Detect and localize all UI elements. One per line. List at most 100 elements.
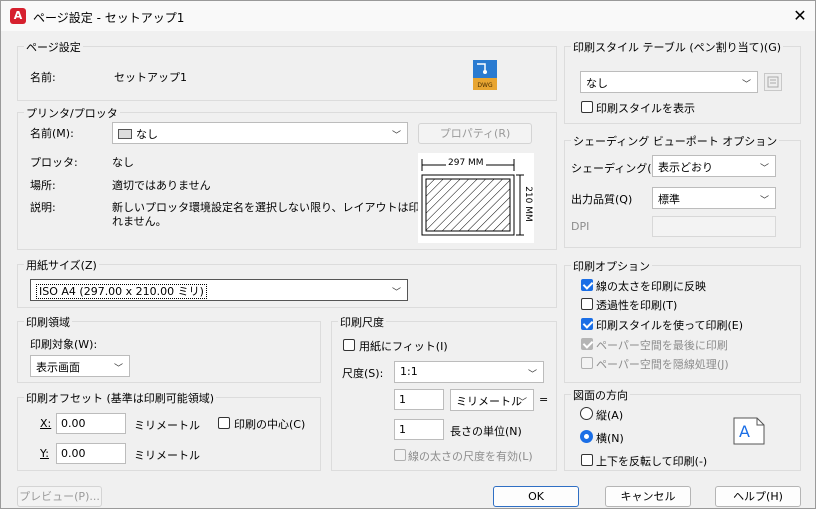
ok-button[interactable]: OK [493,486,579,507]
landscape-radio[interactable] [580,430,593,443]
orientation-group: 図面の方向 縦(A) 横(N) 上下を反転して印刷(-) A [564,387,801,471]
quality-select[interactable]: 標準 ﹀ [652,187,776,209]
plot-paperspace-last-checkbox[interactable] [581,338,593,350]
printer-select[interactable]: なし ﹀ [112,122,408,144]
scale-value2-input[interactable]: 1 [394,419,444,440]
upside-down-label: 上下を反転して印刷(-) [596,455,708,468]
dpi-input[interactable] [652,216,776,237]
help-button[interactable]: ヘルプ(H) [715,486,801,507]
show-plot-styles-checkbox[interactable] [581,101,593,113]
plot-style-value: なし [586,77,608,90]
scale-lineweights-checkbox[interactable] [394,449,406,461]
offset-y-input[interactable]: 0.00 [56,443,126,464]
preview-height-label: 210 MM [522,184,533,224]
orientation-group-title: 図面の方向 [571,387,630,403]
location-label: 場所: [30,179,56,192]
plot-transparency-label: 透過性を印刷(T) [596,299,678,312]
chevron-down-icon: ﹀ [391,131,401,141]
plot-options-group: 印刷オプション 線の太さを印刷に反映 透過性を印刷(T) 印刷スタイルを使って印… [564,258,801,383]
description-value-line2: れません。 [112,215,167,228]
plot-target-label: 印刷対象(W): [30,338,98,351]
show-plot-styles-label: 印刷スタイルを表示 [596,102,695,115]
chevron-down-icon: ﹀ [113,364,123,374]
properties-button[interactable]: プロパティ(R) [418,123,532,144]
plotter-label: プロッタ: [30,156,78,169]
window-title: ページ設定 - セットアップ1 [33,11,185,25]
plot-with-styles-checkbox[interactable] [581,318,593,330]
page-setup-dialog: A ページ設定 - セットアップ1 ✕ ページ設定 名前: セットアップ1 DW… [0,0,816,509]
printer-name-label: 名前(M): [30,127,74,140]
plot-offset-group: 印刷オフセット (基準は印刷可能領域) X: 0.00 ミリメートル 印刷の中心… [17,390,321,471]
plot-area-group: 印刷領域 印刷対象(W): 表示画面 ﹀ [17,314,321,383]
close-icon[interactable]: ✕ [789,5,811,27]
scale-unit-value: ミリメートル [456,395,522,408]
length-unit-label: 長さの単位(N) [450,425,522,438]
plot-style-group: 印刷スタイル テーブル (ペン割り当て)(G) なし ﹀ 印刷スタイルを表示 [564,39,801,124]
chevron-down-icon: ﹀ [527,370,537,380]
orientation-icon-letter: A [739,422,750,441]
center-plot-checkbox[interactable] [218,417,230,429]
scale-lineweights-label: 線の太さの尺度を有効(L) [408,450,533,463]
edit-plot-style-icon[interactable] [764,73,782,91]
portrait-radio[interactable] [580,407,593,420]
dpi-label: DPI [571,220,590,233]
plot-style-select[interactable]: なし ﹀ [580,71,758,93]
page-setup-group: ページ設定 名前: セットアップ1 DWG [17,39,557,101]
scale-unit-select[interactable]: ミリメートル ﹀ [450,389,534,411]
paper-size-group: 用紙サイズ(Z) ISO A4 (297.00 x 210.00 ミリ) ﹀ [17,257,557,308]
portrait-label: 縦(A) [596,409,624,422]
cancel-button[interactable]: キャンセル [605,486,691,507]
paper-size-value: ISO A4 (297.00 x 210.00 ミリ) [36,284,207,299]
printer-icon [118,129,132,139]
plot-target-value: 表示画面 [36,361,80,374]
shade-plot-label: シェーディング(D) [571,162,665,175]
landscape-label: 横(N) [596,432,624,445]
dwg-file-icon: DWG [473,60,497,90]
plot-style-group-title: 印刷スタイル テーブル (ペン割り当て)(G) [571,39,784,55]
plotter-value: なし [112,156,134,169]
shade-plot-select[interactable]: 表示どおり ﹀ [652,155,776,177]
plot-transparency-checkbox[interactable] [581,298,593,310]
description-label: 説明: [30,201,56,214]
chevron-down-icon: ﹀ [759,196,769,206]
offset-x-input[interactable]: 0.00 [56,413,126,434]
chevron-down-icon: ﹀ [391,288,401,298]
printer-group-title: プリンタ/プロッタ [24,105,120,121]
offset-y-unit: ミリメートル [134,449,200,462]
offset-x-unit: ミリメートル [134,419,200,432]
scale-select[interactable]: 1:1 ﹀ [394,361,544,383]
plot-with-styles-label: 印刷スタイルを使って印刷(E) [596,319,743,332]
autocad-app-icon: A [10,8,26,24]
scale-value1-input[interactable]: 1 [394,389,444,410]
paper-size-group-title: 用紙サイズ(Z) [24,257,99,273]
fit-to-paper-checkbox[interactable] [343,339,355,351]
chevron-down-icon: ﹀ [741,80,751,90]
shade-plot-value: 表示どおり [658,161,713,174]
plot-paperspace-last-label: ペーパー空間を最後に印刷 [596,339,728,352]
fit-to-paper-label: 用紙にフィット(I) [359,340,448,353]
dwg-label: DWG [477,82,493,89]
preview-button[interactable]: プレビュー(P)... [17,486,102,507]
paper-size-select[interactable]: ISO A4 (297.00 x 210.00 ミリ) ﹀ [30,279,408,301]
center-plot-label: 印刷の中心(C) [234,418,306,431]
upside-down-checkbox[interactable] [581,454,593,466]
quality-value: 標準 [658,193,680,206]
plot-scale-group-title: 印刷尺度 [338,314,386,330]
plot-area-group-title: 印刷領域 [24,314,72,330]
shaded-viewport-group: シェーディング ビューポート オプション シェーディング(D) 表示どおり ﹀ … [564,133,801,248]
page-setup-name-label: 名前: [30,71,56,84]
shaded-viewport-group-title: シェーディング ビューポート オプション [571,133,780,149]
hide-paperspace-label: ペーパー空間を隠線処理(J) [596,358,729,371]
plot-lineweights-checkbox[interactable] [581,279,593,291]
scale-equals: = [539,393,549,406]
plot-options-group-title: 印刷オプション [571,258,652,274]
scale-value: 1:1 [400,365,418,378]
plot-target-select[interactable]: 表示画面 ﹀ [30,355,130,377]
hide-paperspace-checkbox[interactable] [581,357,593,369]
preview-width-label: 297 MM [446,158,486,168]
title-bar: A ページ設定 - セットアップ1 ✕ [1,1,815,31]
chevron-down-icon: ﹀ [517,398,527,408]
offset-y-label: Y: [40,447,49,460]
page-setup-group-title: ページ設定 [24,39,83,55]
plot-scale-group: 印刷尺度 用紙にフィット(I) 尺度(S): 1:1 ﹀ 1 ミリメートル ﹀ … [331,314,557,471]
